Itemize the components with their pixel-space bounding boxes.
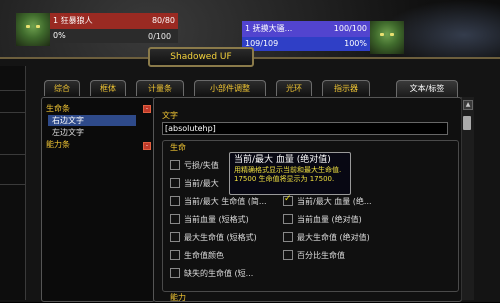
tab-widget-adjust[interactable]: 小部件调整: [194, 80, 266, 96]
player-health-bar: 1 狂暴狼人 80/80: [50, 13, 178, 29]
divider: [0, 154, 25, 155]
checkbox[interactable]: [170, 213, 180, 224]
option-label: 当前血量 (短格式): [184, 215, 249, 224]
left-dock: [0, 66, 26, 300]
target-power-percent: 100%: [344, 39, 367, 48]
checkbox[interactable]: [170, 231, 180, 242]
checkbox[interactable]: [170, 177, 180, 188]
tag-option-cur-max-short[interactable]: 当前/最大 生命值 (简...: [170, 195, 267, 207]
target-unit-frame[interactable]: 1 抚摸大骚... 100/100 109/109 100%: [242, 21, 404, 54]
option-tooltip: 当前/最大 血量 (绝对值) 用精确格式显示当前和最大生命值. 17500 生命…: [229, 152, 351, 195]
divider: [0, 90, 25, 91]
option-label: 生命值颜色: [184, 251, 224, 260]
text-tag-input[interactable]: [absolutehp]: [162, 122, 448, 135]
collapse-icon[interactable]: -: [143, 142, 151, 150]
tag-option-max-short[interactable]: 最大生命值 (短格式): [170, 231, 257, 243]
tag-option-cur-max-absolute[interactable]: 当前/最大 血量 (绝...: [283, 194, 372, 207]
option-label: 当前/最大: [184, 179, 219, 188]
checkbox[interactable]: [283, 249, 293, 260]
player-name: 1 狂暴狼人: [53, 16, 93, 25]
tag-option-cur-short[interactable]: 当前血量 (短格式): [170, 213, 249, 225]
checkbox[interactable]: [283, 213, 293, 224]
tree-item-right-text[interactable]: 右边文字: [48, 115, 136, 126]
option-label: 最大生命值 (绝对值): [297, 233, 370, 242]
player-health-text: 80/80: [151, 16, 175, 25]
divider: [0, 184, 25, 185]
tree-item-health-bar[interactable]: 生命条: [46, 103, 70, 114]
tag-option-health-color[interactable]: 生命值颜色: [170, 249, 224, 261]
tab-text-tags[interactable]: 文本/标签: [396, 80, 458, 97]
collapse-icon[interactable]: -: [143, 105, 151, 113]
checkbox-checked[interactable]: [283, 194, 293, 206]
divider: [0, 112, 25, 113]
text-field-label: 文字: [162, 111, 178, 120]
option-label: 最大生命值 (短格式): [184, 233, 257, 242]
target-name: 1 抚摸大骚...: [245, 24, 293, 33]
tooltip-title: 当前/最大 血量 (绝对值): [234, 155, 331, 165]
scrollbar-thumb[interactable]: [463, 116, 471, 130]
target-health-text: 100/100: [333, 24, 367, 33]
tag-option-cur-max[interactable]: 当前/最大: [170, 177, 219, 189]
option-label: 百分比生命值: [297, 251, 345, 260]
player-unit-frame[interactable]: 1 狂暴狼人 80/80 0%: [16, 13, 178, 46]
player-portrait: [16, 13, 50, 46]
tab-indicators[interactable]: 指示器: [322, 80, 370, 96]
tag-option-deficit[interactable]: 亏损/失值: [170, 159, 219, 171]
tree-item-power-bar[interactable]: 能力条: [46, 139, 70, 150]
target-health-bar: 1 抚摸大骚... 100/100: [242, 21, 370, 37]
option-label: 当前血量 (绝对值): [297, 215, 362, 224]
option-label: 缺失的生命值 (短...: [184, 269, 254, 278]
target-portrait: [370, 21, 404, 54]
option-label: 亏损/失值: [184, 161, 219, 170]
target-power-bar: 109/109 100%: [242, 37, 370, 51]
tab-frames[interactable]: 框体: [90, 80, 126, 96]
group-label-health: 生命: [170, 143, 186, 152]
option-label: 当前/最大 血量 (绝...: [297, 197, 372, 206]
player-power-percent: 0%: [53, 31, 66, 40]
tree-item-left-text[interactable]: 左边文字: [52, 127, 84, 138]
tooltip-description: 用精确格式显示当前和最大生命值.: [234, 166, 342, 174]
tag-option-cur-absolute[interactable]: 当前血量 (绝对值): [283, 213, 362, 225]
options-tree: 生命条 - 右边文字 左边文字 能力条 -: [41, 97, 155, 302]
tag-option-percent[interactable]: 百分比生命值: [283, 249, 345, 261]
window-title[interactable]: Shadowed UF: [148, 47, 254, 67]
scroll-up-icon[interactable]: ▲: [463, 100, 473, 110]
option-label: 当前/最大 生命值 (简...: [184, 197, 267, 206]
checkbox[interactable]: [170, 159, 180, 170]
tab-auras[interactable]: 光环: [276, 80, 312, 96]
tab-general[interactable]: 综合: [44, 80, 80, 96]
portrait-eye: [380, 33, 384, 36]
portrait-eye: [36, 25, 40, 28]
portrait-eye: [26, 25, 30, 28]
tab-bars[interactable]: 计量条: [136, 80, 184, 96]
tooltip-description: 17500 生命值将显示为 17500.: [234, 175, 335, 183]
checkbox[interactable]: [170, 249, 180, 260]
checkbox[interactable]: [283, 231, 293, 242]
checkbox[interactable]: [170, 195, 180, 206]
tag-option-missing-short[interactable]: 缺失的生命值 (短...: [170, 267, 254, 279]
checkbox[interactable]: [170, 267, 180, 278]
tag-option-max-absolute[interactable]: 最大生命值 (绝对值): [283, 231, 370, 243]
player-power-text: 0/100: [148, 32, 172, 41]
group-label-power: 能力: [170, 293, 186, 302]
portrait-eye: [390, 33, 394, 36]
